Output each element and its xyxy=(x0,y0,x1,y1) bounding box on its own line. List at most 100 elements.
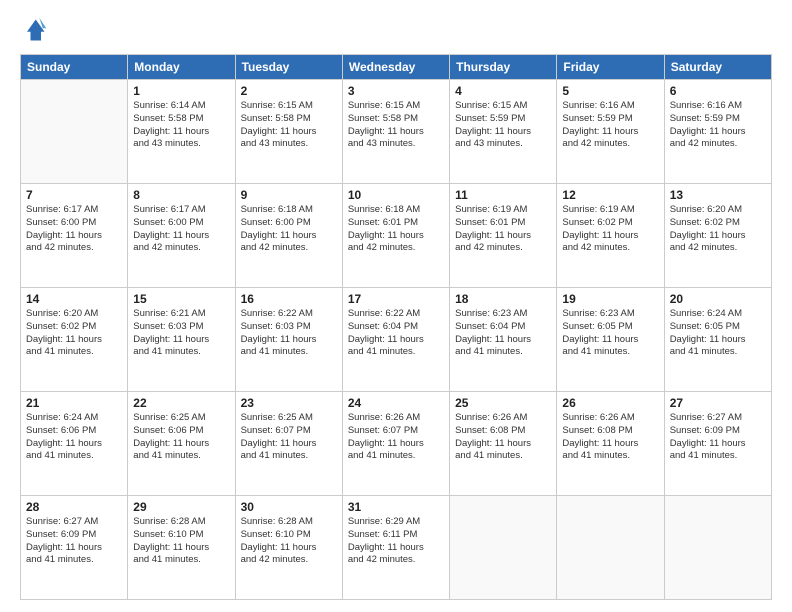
day-detail: Sunrise: 6:16 AM Sunset: 5:59 PM Dayligh… xyxy=(562,100,658,151)
calendar-cell: 3 Sunrise: 6:15 AM Sunset: 5:58 PM Daylig… xyxy=(342,80,449,184)
calendar-cell: 5 Sunrise: 6:16 AM Sunset: 5:59 PM Daylig… xyxy=(557,80,664,184)
calendar-cell: 23 Sunrise: 6:25 AM Sunset: 6:07 PM Dayli… xyxy=(235,392,342,496)
day-detail: Sunrise: 6:29 AM Sunset: 6:11 PM Dayligh… xyxy=(348,516,444,567)
day-number: 24 xyxy=(348,396,444,410)
day-detail: Sunrise: 6:18 AM Sunset: 6:00 PM Dayligh… xyxy=(241,204,337,255)
week-row-5: 28 Sunrise: 6:27 AM Sunset: 6:09 PM Dayli… xyxy=(21,496,772,600)
day-number: 18 xyxy=(455,292,551,306)
day-detail: Sunrise: 6:24 AM Sunset: 6:06 PM Dayligh… xyxy=(26,412,122,463)
calendar-cell: 9 Sunrise: 6:18 AM Sunset: 6:00 PM Daylig… xyxy=(235,184,342,288)
day-number: 4 xyxy=(455,84,551,98)
weekday-header-friday: Friday xyxy=(557,55,664,80)
day-detail: Sunrise: 6:15 AM Sunset: 5:58 PM Dayligh… xyxy=(241,100,337,151)
calendar-cell: 6 Sunrise: 6:16 AM Sunset: 5:59 PM Daylig… xyxy=(664,80,771,184)
calendar-cell: 1 Sunrise: 6:14 AM Sunset: 5:58 PM Daylig… xyxy=(128,80,235,184)
day-number: 2 xyxy=(241,84,337,98)
day-detail: Sunrise: 6:19 AM Sunset: 6:02 PM Dayligh… xyxy=(562,204,658,255)
day-detail: Sunrise: 6:15 AM Sunset: 5:58 PM Dayligh… xyxy=(348,100,444,151)
day-detail: Sunrise: 6:27 AM Sunset: 6:09 PM Dayligh… xyxy=(26,516,122,567)
day-detail: Sunrise: 6:20 AM Sunset: 6:02 PM Dayligh… xyxy=(670,204,766,255)
day-number: 5 xyxy=(562,84,658,98)
day-number: 1 xyxy=(133,84,229,98)
weekday-header-saturday: Saturday xyxy=(664,55,771,80)
day-detail: Sunrise: 6:16 AM Sunset: 5:59 PM Dayligh… xyxy=(670,100,766,151)
calendar-cell: 30 Sunrise: 6:28 AM Sunset: 6:10 PM Dayli… xyxy=(235,496,342,600)
day-number: 3 xyxy=(348,84,444,98)
day-detail: Sunrise: 6:22 AM Sunset: 6:04 PM Dayligh… xyxy=(348,308,444,359)
day-detail: Sunrise: 6:15 AM Sunset: 5:59 PM Dayligh… xyxy=(455,100,551,151)
calendar-cell: 21Sunrise: 6:24 AM Sunset: 6:06 PM Dayli… xyxy=(21,392,128,496)
calendar-cell: 2 Sunrise: 6:15 AM Sunset: 5:58 PM Daylig… xyxy=(235,80,342,184)
day-number: 22 xyxy=(133,396,229,410)
calendar-cell: 19 Sunrise: 6:23 AM Sunset: 6:05 PM Dayli… xyxy=(557,288,664,392)
logo-icon xyxy=(20,16,48,44)
day-number: 12 xyxy=(562,188,658,202)
calendar-cell: 25 Sunrise: 6:26 AM Sunset: 6:08 PM Dayli… xyxy=(450,392,557,496)
day-detail: Sunrise: 6:26 AM Sunset: 6:07 PM Dayligh… xyxy=(348,412,444,463)
day-number: 7 xyxy=(26,188,122,202)
day-number: 28 xyxy=(26,500,122,514)
calendar-cell: 4 Sunrise: 6:15 AM Sunset: 5:59 PM Daylig… xyxy=(450,80,557,184)
day-number: 20 xyxy=(670,292,766,306)
week-row-4: 21Sunrise: 6:24 AM Sunset: 6:06 PM Dayli… xyxy=(21,392,772,496)
day-number: 23 xyxy=(241,396,337,410)
calendar-cell: 28 Sunrise: 6:27 AM Sunset: 6:09 PM Dayli… xyxy=(21,496,128,600)
day-detail: Sunrise: 6:27 AM Sunset: 6:09 PM Dayligh… xyxy=(670,412,766,463)
day-number: 13 xyxy=(670,188,766,202)
day-number: 10 xyxy=(348,188,444,202)
day-detail: Sunrise: 6:23 AM Sunset: 6:04 PM Dayligh… xyxy=(455,308,551,359)
weekday-header-wednesday: Wednesday xyxy=(342,55,449,80)
day-detail: Sunrise: 6:28 AM Sunset: 6:10 PM Dayligh… xyxy=(133,516,229,567)
day-number: 29 xyxy=(133,500,229,514)
calendar-cell: 26 Sunrise: 6:26 AM Sunset: 6:08 PM Dayli… xyxy=(557,392,664,496)
day-detail: Sunrise: 6:26 AM Sunset: 6:08 PM Dayligh… xyxy=(562,412,658,463)
calendar-cell: 17 Sunrise: 6:22 AM Sunset: 6:04 PM Dayli… xyxy=(342,288,449,392)
week-row-1: 1 Sunrise: 6:14 AM Sunset: 5:58 PM Daylig… xyxy=(21,80,772,184)
day-detail: Sunrise: 6:25 AM Sunset: 6:07 PM Dayligh… xyxy=(241,412,337,463)
week-row-3: 14 Sunrise: 6:20 AM Sunset: 6:02 PM Dayli… xyxy=(21,288,772,392)
day-detail: Sunrise: 6:17 AM Sunset: 6:00 PM Dayligh… xyxy=(133,204,229,255)
header xyxy=(20,16,772,44)
week-row-2: 7 Sunrise: 6:17 AM Sunset: 6:00 PM Daylig… xyxy=(21,184,772,288)
calendar-cell: 22 Sunrise: 6:25 AM Sunset: 6:06 PM Dayli… xyxy=(128,392,235,496)
day-number: 26 xyxy=(562,396,658,410)
day-number: 30 xyxy=(241,500,337,514)
day-detail: Sunrise: 6:20 AM Sunset: 6:02 PM Dayligh… xyxy=(26,308,122,359)
calendar-cell: 11 Sunrise: 6:19 AM Sunset: 6:01 PM Dayli… xyxy=(450,184,557,288)
day-number: 17 xyxy=(348,292,444,306)
weekday-header-tuesday: Tuesday xyxy=(235,55,342,80)
weekday-header-thursday: Thursday xyxy=(450,55,557,80)
day-number: 6 xyxy=(670,84,766,98)
day-detail: Sunrise: 6:14 AM Sunset: 5:58 PM Dayligh… xyxy=(133,100,229,151)
day-detail: Sunrise: 6:25 AM Sunset: 6:06 PM Dayligh… xyxy=(133,412,229,463)
calendar-cell xyxy=(664,496,771,600)
calendar-cell: 14 Sunrise: 6:20 AM Sunset: 6:02 PM Dayli… xyxy=(21,288,128,392)
calendar-cell xyxy=(450,496,557,600)
day-detail: Sunrise: 6:21 AM Sunset: 6:03 PM Dayligh… xyxy=(133,308,229,359)
page: SundayMondayTuesdayWednesdayThursdayFrid… xyxy=(0,0,792,612)
calendar-cell xyxy=(557,496,664,600)
day-number: 11 xyxy=(455,188,551,202)
calendar-cell: 7 Sunrise: 6:17 AM Sunset: 6:00 PM Daylig… xyxy=(21,184,128,288)
day-number: 14 xyxy=(26,292,122,306)
day-number: 25 xyxy=(455,396,551,410)
day-detail: Sunrise: 6:19 AM Sunset: 6:01 PM Dayligh… xyxy=(455,204,551,255)
day-detail: Sunrise: 6:18 AM Sunset: 6:01 PM Dayligh… xyxy=(348,204,444,255)
weekday-header-sunday: Sunday xyxy=(21,55,128,80)
day-detail: Sunrise: 6:22 AM Sunset: 6:03 PM Dayligh… xyxy=(241,308,337,359)
day-detail: Sunrise: 6:17 AM Sunset: 6:00 PM Dayligh… xyxy=(26,204,122,255)
weekday-header-monday: Monday xyxy=(128,55,235,80)
day-detail: Sunrise: 6:28 AM Sunset: 6:10 PM Dayligh… xyxy=(241,516,337,567)
day-detail: Sunrise: 6:24 AM Sunset: 6:05 PM Dayligh… xyxy=(670,308,766,359)
day-number: 9 xyxy=(241,188,337,202)
day-detail: Sunrise: 6:26 AM Sunset: 6:08 PM Dayligh… xyxy=(455,412,551,463)
day-detail: Sunrise: 6:23 AM Sunset: 6:05 PM Dayligh… xyxy=(562,308,658,359)
calendar-cell xyxy=(21,80,128,184)
calendar-cell: 20 Sunrise: 6:24 AM Sunset: 6:05 PM Dayli… xyxy=(664,288,771,392)
calendar-cell: 10 Sunrise: 6:18 AM Sunset: 6:01 PM Dayli… xyxy=(342,184,449,288)
calendar-table: SundayMondayTuesdayWednesdayThursdayFrid… xyxy=(20,54,772,600)
day-number: 16 xyxy=(241,292,337,306)
calendar-cell: 15Sunrise: 6:21 AM Sunset: 6:03 PM Dayli… xyxy=(128,288,235,392)
day-number: 19 xyxy=(562,292,658,306)
calendar-cell: 13 Sunrise: 6:20 AM Sunset: 6:02 PM Dayli… xyxy=(664,184,771,288)
